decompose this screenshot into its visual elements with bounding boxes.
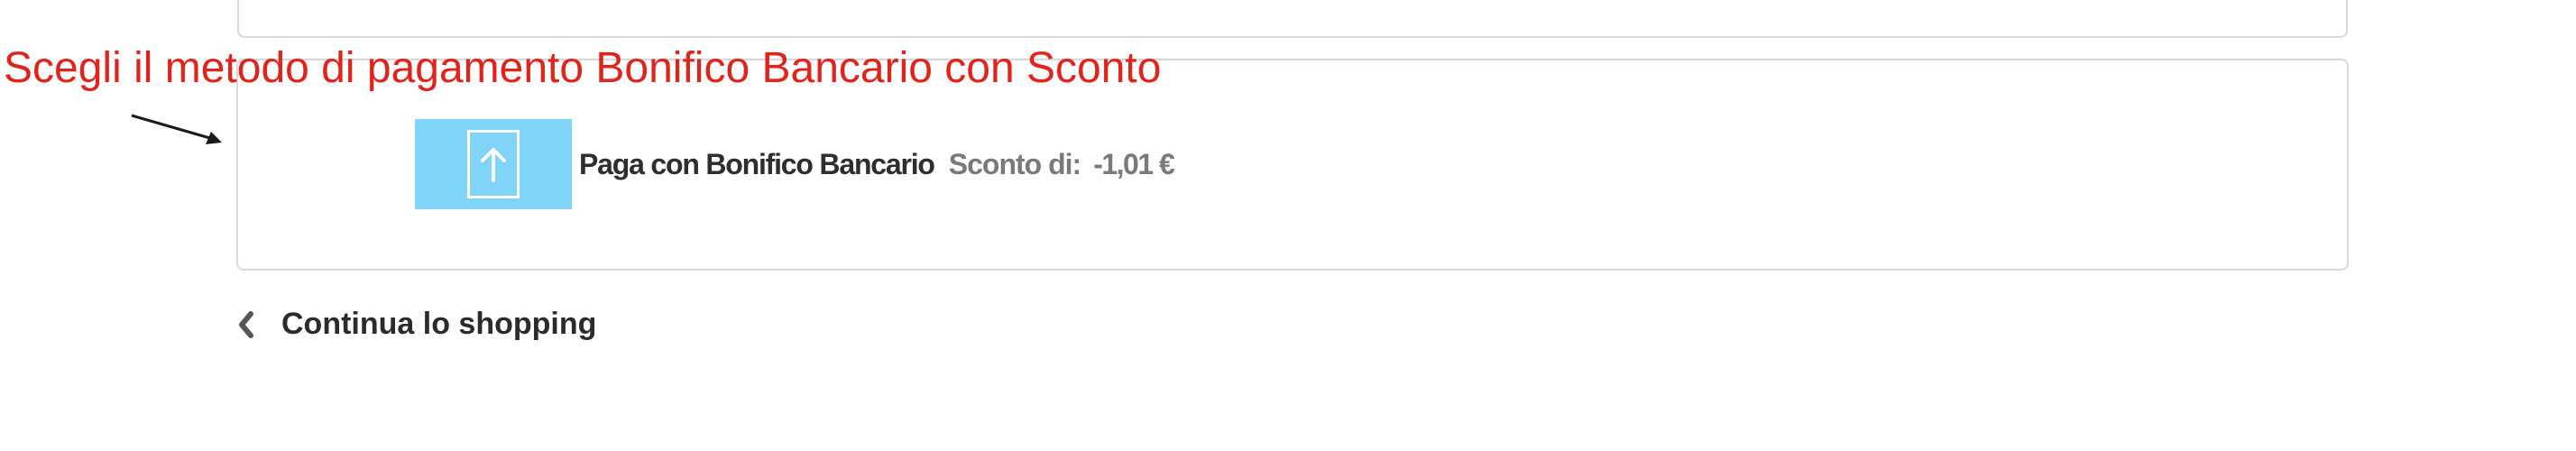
bank-transfer-icon-box	[415, 119, 572, 209]
continue-shopping-link[interactable]: Continua lo shopping	[236, 307, 596, 342]
chevron-left-icon	[236, 309, 258, 340]
payment-option-label: Paga con Bonifico Bancario	[579, 147, 935, 180]
annotation-arrow-icon	[131, 114, 222, 144]
discount-label: Sconto di:	[948, 147, 1081, 180]
discount-value: -1,01 €	[1093, 147, 1175, 180]
instruction-annotation: Scegli il metodo di pagamento Bonifico B…	[4, 44, 1162, 92]
payment-option-bank-transfer[interactable]: Paga con Bonifico Bancario Sconto di: -1…	[415, 119, 1175, 209]
continue-shopping-label: Continua lo shopping	[281, 307, 597, 341]
upload-arrow-icon	[467, 130, 520, 198]
previous-section-panel	[237, 0, 2348, 38]
